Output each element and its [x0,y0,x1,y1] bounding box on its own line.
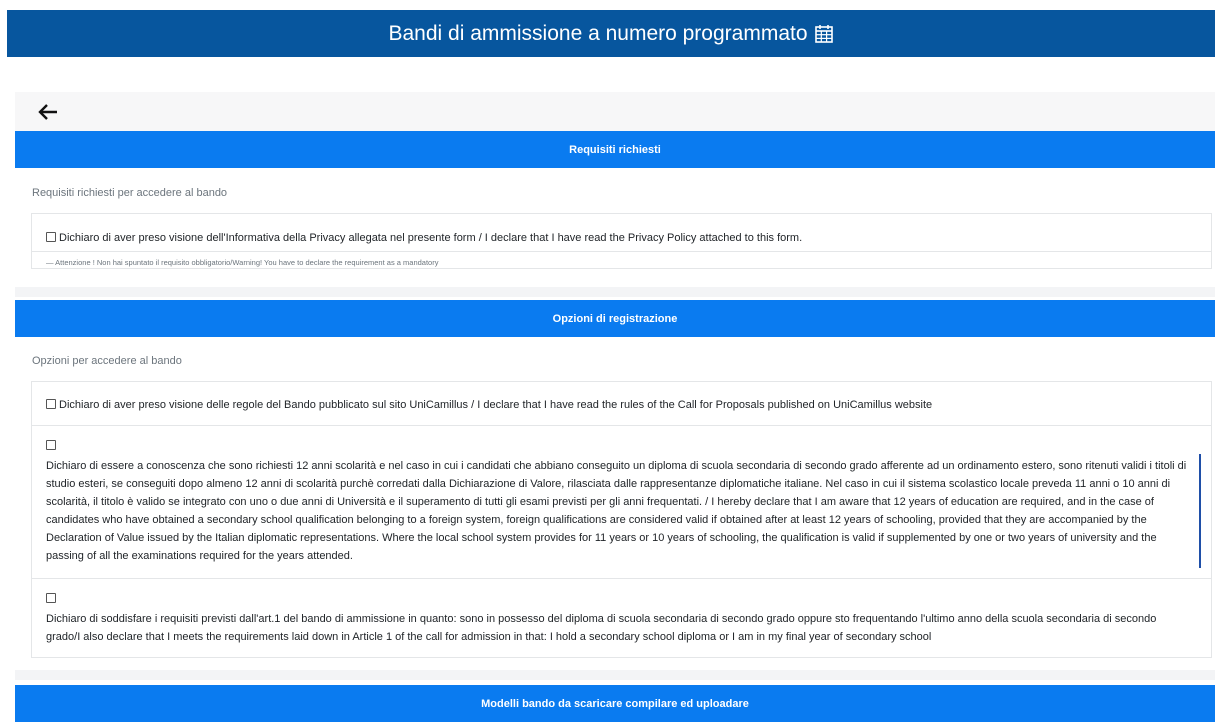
list-item: Dichiaro di aver preso visione delle reg… [32,395,1211,413]
divider [15,287,1215,297]
education-checkbox[interactable] [46,439,56,450]
privacy-checkbox[interactable] [46,231,56,242]
checkbox-label: Dichiaro di aver preso visione delle reg… [59,399,933,411]
page-title: Bandi di ammissione a numero programmato [388,21,808,45]
checkbox-label: Dichiaro di aver preso visione dell'Info… [59,232,803,244]
section-header-requisiti: Requisiti richiesti [15,131,1215,168]
section-title: Requisiti richiesti [569,143,661,156]
divider [15,670,1215,680]
section-title: Opzioni di registrazione [552,312,678,325]
warning-row: — Attenzione ! Non hai spuntato il requi… [32,251,1211,270]
checkbox-label: Dichiaro di essere a conoscenza che sono… [46,460,1187,562]
requirements-card: Dichiaro di aver preso visione dell'Info… [31,213,1212,269]
page-header: Bandi di ammissione a numero programmato [7,10,1215,57]
arrow-left-icon[interactable] [37,102,59,122]
section-header-opzioni: Opzioni di registrazione [15,300,1215,337]
art1-requirements-checkbox[interactable] [46,592,56,603]
back-toolbar [15,92,1215,131]
list-item: Dichiaro di soddisfare i requisiti previ… [32,578,1211,646]
section-subtitle: Requisiti richiesti per accedere al band… [32,187,228,199]
list-item: Dichiaro di aver preso visione dell'Info… [32,228,1211,246]
checkbox-label: Dichiaro di soddisfare i requisiti previ… [46,613,1157,643]
section-title: Modelli bando da scaricare compilare ed … [481,697,749,710]
section-subtitle: Opzioni per accedere al bando [32,355,182,367]
list-item: Dichiaro di essere a conoscenza che sono… [32,425,1211,565]
calendar-grid-icon [814,24,834,44]
section-header-modelli: Modelli bando da scaricare compilare ed … [15,685,1215,722]
options-card: Dichiaro di aver preso visione delle reg… [31,381,1212,658]
rules-checkbox[interactable] [46,398,56,409]
scroll-indicator[interactable] [1199,454,1201,568]
warning-text: — Attenzione ! Non hai spuntato il requi… [46,258,439,267]
